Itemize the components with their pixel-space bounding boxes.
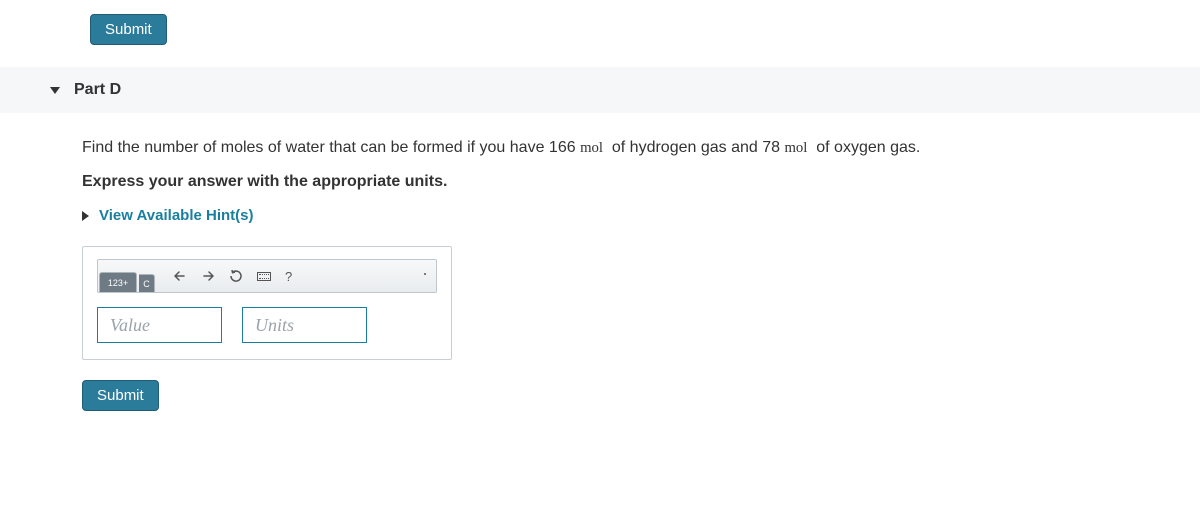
more-icon[interactable]: [422, 271, 428, 281]
redo-icon[interactable]: [201, 270, 215, 282]
question-fragment: of hydrogen gas and: [612, 139, 762, 156]
unit-1: mol: [580, 140, 603, 156]
submit-button-bottom[interactable]: Submit: [82, 380, 159, 411]
value-1: 166: [549, 139, 576, 156]
unit-2: mol: [784, 140, 807, 156]
caret-right-icon: [82, 211, 89, 221]
undo-icon[interactable]: [173, 270, 187, 282]
view-hints-toggle[interactable]: View Available Hint(s): [82, 207, 1100, 224]
caret-down-icon: [50, 87, 60, 94]
part-content: Find the number of moles of water that c…: [0, 113, 1100, 411]
reset-icon[interactable]: [229, 269, 243, 283]
part-title: Part D: [74, 81, 121, 99]
input-row: Value Units: [97, 307, 437, 343]
submit-button-top[interactable]: Submit: [90, 14, 167, 45]
symbols-tab[interactable]: C: [139, 274, 155, 292]
part-header[interactable]: Part D: [0, 67, 1200, 113]
templates-tab[interactable]: 123+: [99, 272, 137, 292]
toolbar-tabs: 123+ C: [98, 260, 155, 292]
help-icon[interactable]: ?: [285, 269, 292, 284]
question-text: Find the number of moles of water that c…: [82, 137, 1100, 159]
answer-block: 123+ C ?: [82, 246, 452, 360]
question-fragment: of oxygen gas.: [816, 139, 920, 156]
toolbar-actions: ?: [155, 260, 436, 292]
keyboard-icon[interactable]: [257, 272, 271, 281]
hints-label: View Available Hint(s): [99, 207, 254, 224]
value-input[interactable]: Value: [97, 307, 222, 343]
instruction-text: Express your answer with the appropriate…: [82, 173, 1100, 191]
question-fragment: Find the number of moles of water that c…: [82, 139, 549, 156]
units-input[interactable]: Units: [242, 307, 367, 343]
value-2: 78: [762, 139, 780, 156]
answer-toolbar: 123+ C ?: [97, 259, 437, 293]
